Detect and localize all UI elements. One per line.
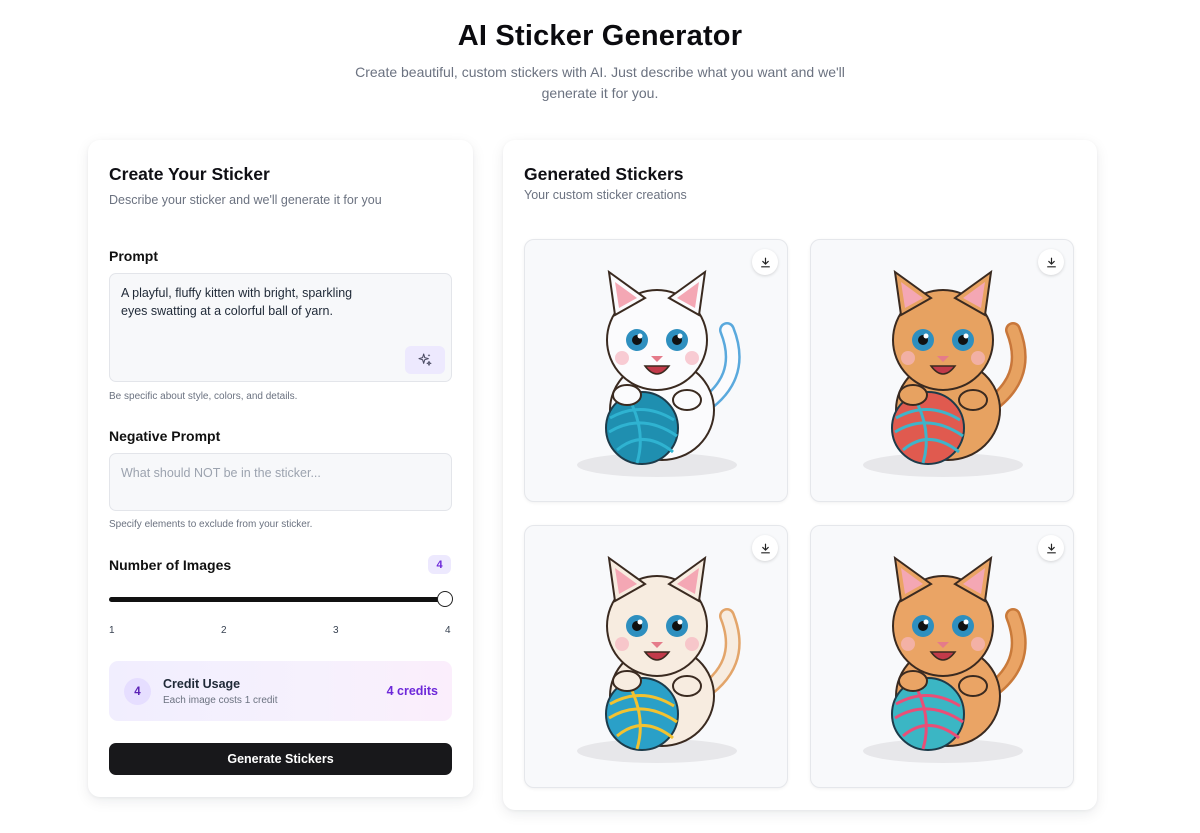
results-subtitle: Your custom sticker creations	[524, 188, 687, 202]
negative-prompt-placeholder: What should NOT be in the sticker...	[121, 466, 321, 480]
form-title: Create Your Sticker	[109, 164, 270, 184]
num-images-label: Number of Images	[109, 557, 232, 573]
kitten-sticker-image	[863, 555, 1027, 763]
kitten-sticker-image	[863, 269, 1027, 477]
download-button[interactable]	[752, 535, 778, 561]
num-images-slider-thumb[interactable]	[437, 591, 453, 607]
num-images-slider-track[interactable]	[109, 597, 445, 602]
download-button[interactable]	[1038, 249, 1064, 275]
negative-prompt-label: Negative Prompt	[109, 428, 221, 444]
prompt-label: Prompt	[109, 248, 158, 264]
credit-amount: 4 credits	[386, 684, 438, 698]
prompt-hint: Be specific about style, colors, and det…	[109, 391, 298, 402]
prompt-textarea[interactable]: A playful, fluffy kitten with bright, sp…	[109, 273, 452, 382]
page-subtitle: Create beautiful, custom stickers with A…	[355, 64, 845, 101]
negative-prompt-textarea[interactable]: What should NOT be in the sticker...	[109, 453, 452, 511]
download-icon	[1046, 543, 1056, 553]
sticker-tile[interactable]	[524, 239, 788, 502]
kitten-sticker-image	[577, 269, 741, 477]
negative-prompt-hint: Specify elements to exclude from your st…	[109, 519, 313, 530]
download-button[interactable]	[752, 249, 778, 275]
sticker-tile[interactable]	[810, 239, 1074, 502]
kitten-sticker-image	[577, 555, 741, 763]
slider-tick: 4	[445, 625, 451, 636]
results-title: Generated Stickers	[524, 164, 684, 184]
generate-stickers-button[interactable]: Generate Stickers	[109, 743, 452, 775]
credit-count-circle: 4	[124, 678, 151, 705]
download-icon	[760, 257, 770, 267]
prompt-text: A playful, fluffy kitten with bright, sp…	[121, 286, 353, 318]
num-images-badge: 4	[428, 555, 451, 574]
credit-usage-title: Credit Usage	[163, 677, 241, 691]
create-sticker-card: Create Your Sticker Describe your sticke…	[88, 140, 473, 797]
form-subtitle: Describe your sticker and we'll generate…	[109, 193, 382, 207]
sparkles-icon	[418, 353, 432, 366]
download-button[interactable]	[1038, 535, 1064, 561]
sticker-tile[interactable]	[810, 525, 1074, 788]
page-title: AI Sticker Generator	[457, 20, 743, 52]
generated-stickers-card: Generated Stickers Your custom sticker c…	[503, 140, 1097, 810]
slider-tick: 3	[333, 625, 339, 636]
credit-usage-subtitle: Each image costs 1 credit	[163, 695, 278, 706]
download-icon	[760, 543, 770, 553]
slider-tick: 1	[109, 625, 115, 636]
sticker-tile[interactable]	[524, 525, 788, 788]
download-icon	[1046, 257, 1056, 267]
enhance-prompt-button[interactable]	[405, 346, 445, 374]
credit-usage-box: 4 Credit Usage Each image costs 1 credit…	[109, 661, 452, 721]
slider-tick: 2	[221, 625, 227, 636]
